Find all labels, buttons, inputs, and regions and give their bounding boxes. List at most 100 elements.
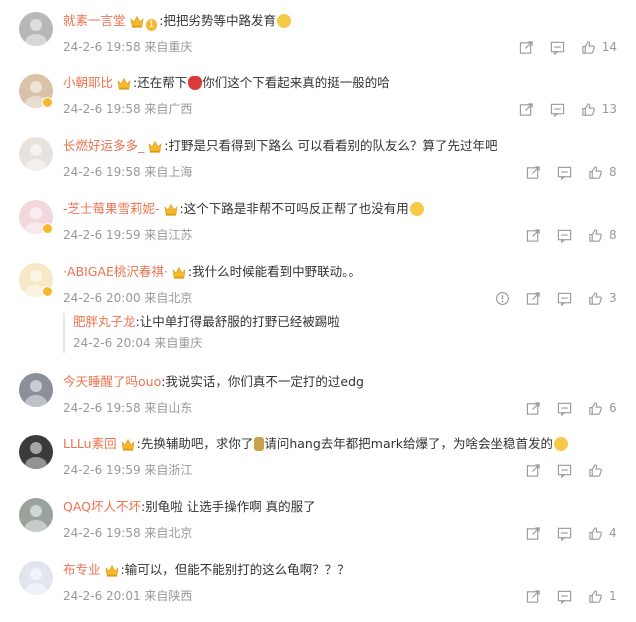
comment-actions: 14 [503,39,617,55]
like-button[interactable]: 6 [588,401,617,416]
avatar[interactable] [19,12,53,46]
comment-text: :我说实话，你们真不一定打的过edg [161,374,364,389]
comment-body: 小朝耶比:还在帮下 你们这个下看起来真的挺一般的哈 [63,74,390,92]
reply-button[interactable] [557,291,572,306]
comment-text: :把把劣势等中路发育 [159,13,276,28]
share-button[interactable] [526,228,541,243]
comment-body: 就素一言堂 1:把把劣势等中路发育 [63,12,291,31]
comment-actions: 8 [510,227,617,243]
comment-meta: 24-2-6 20:00 来自北京 [63,291,193,305]
username-link[interactable]: 长燃好运多多_ [63,138,144,153]
reply-button[interactable] [550,40,565,55]
thumbs-up-icon [581,102,596,117]
bottle-emoji-icon [254,437,265,451]
like-button[interactable]: 4 [588,526,617,541]
comment-actions: 13 [503,101,617,117]
comment-actions: 6 [510,400,617,416]
comment-body: LLLu素回:先换辅助吧，求你了 请问hang去年都把mark给爆了，为啥会坐稳首… [63,435,568,453]
share-button[interactable] [526,291,541,306]
sweat-emoji-icon [409,202,424,216]
username-link[interactable]: 今天睡醒了吗ouo [63,374,161,389]
reply-text: :让中单打得最舒服的打野已经被踢啦 [135,314,340,329]
like-count: 1 [609,589,617,603]
share-button[interactable] [526,165,541,180]
thumbs-up-icon [588,589,603,604]
like-button[interactable]: 14 [581,40,617,55]
share-button[interactable] [526,401,541,416]
comment-meta: 24-2-6 19:59 来自浙江 [63,463,193,477]
comment-text-continued: 你们这个下看起来真的挺一般的哈 [202,75,390,90]
comment-body: QAQ坏人不坏:别龟啦 让选手操作啊 真的服了 [63,498,316,516]
comment-text: :这个下路是非帮不可吗反正帮了也没有用 [179,201,409,216]
reply-body: 肥胖丸子龙:让中单打得最舒服的打野已经被踢啦 [73,313,340,331]
comment-text: :输可以，但能不能别打的这么龟啊？？？ [120,562,350,577]
like-button[interactable] [588,463,617,478]
like-count: 13 [601,102,617,116]
reply-button[interactable] [557,401,572,416]
thumbs-up-icon [588,463,603,478]
avatar[interactable] [19,561,53,595]
like-count: 14 [601,40,617,54]
crown-icon [172,266,186,279]
thumbs-up-icon [588,401,603,416]
reply-button[interactable] [557,165,572,180]
comment-text: :别龟啦 让选手操作啊 真的服了 [141,499,316,514]
share-button[interactable] [519,102,534,117]
comment-text: :打野是只看得到下路么 可以看看别的队友么？算了先过年吧 [164,138,498,153]
username-link[interactable]: 就素一言堂 [63,13,126,28]
crown-icon [164,203,178,216]
avatar[interactable] [19,137,53,171]
rose-emoji-icon [188,76,203,90]
username-link[interactable]: 小朝耶比 [63,75,113,90]
avatar[interactable] [19,435,53,469]
avatar[interactable] [19,373,53,407]
comment-body: 长燃好运多多_ :打野是只看得到下路么 可以看看别的队友么？算了先过年吧 [63,137,497,155]
username-link[interactable]: 布专业 [63,562,101,577]
reply-username-link[interactable]: 肥胖丸子龙 [73,314,136,329]
username-link[interactable]: LLLu素回 [63,436,117,451]
share-button[interactable] [526,589,541,604]
reply-meta: 24-2-6 20:04 来自重庆 [73,336,203,350]
username-link[interactable]: QAQ坏人不坏 [63,499,141,514]
comment-actions: 1 [510,588,617,604]
like-button[interactable]: 8 [588,228,617,243]
comment-meta: 24-2-6 19:58 来自重庆 [63,40,193,54]
comment-body: ·ABIGAE桃沢春祺· :我什么时候能看到中野联动。。 [63,263,361,281]
like-count: 4 [609,526,617,540]
crown-icon [130,15,144,28]
reply-button[interactable] [557,526,572,541]
crown-icon [105,564,119,577]
reply-button[interactable] [550,102,565,117]
reply-thread: 肥胖丸子龙:让中单打得最舒服的打野已经被踢啦 24-2-6 20:04 来自重庆 [63,313,340,353]
verified-badge-icon [42,223,53,234]
comment-body: 布专业 :输可以，但能不能别打的这么龟啊？？？ [63,561,350,579]
like-button[interactable]: 13 [581,102,617,117]
comment-actions: 3 [479,290,617,306]
avatar[interactable] [19,498,53,532]
thumbs-up-icon [581,40,596,55]
like-button[interactable]: 1 [588,589,617,604]
verified-badge-icon [42,286,53,297]
reply-button[interactable] [557,463,572,478]
username-link[interactable]: -芝士莓果雪莉妮- [63,201,160,216]
username-link[interactable]: ·ABIGAE桃沢春祺· [63,264,168,279]
comment-meta: 24-2-6 19:58 来自上海 [63,165,193,179]
like-button[interactable]: 8 [588,165,617,180]
comment-text: :我什么时候能看到中野联动。。 [187,264,361,279]
share-button[interactable] [526,526,541,541]
comment-meta: 24-2-6 19:58 来自北京 [63,526,193,540]
share-button[interactable] [519,40,534,55]
like-count: 8 [609,228,617,242]
crown-icon [121,438,135,451]
report-button[interactable] [495,291,510,306]
fan-level-badge: 1 [145,19,158,31]
comment-actions: 8 [510,164,617,180]
comment-text-continued: 请问hang去年都把mark给爆了，为啥会坐稳首发的 [264,436,553,451]
like-button[interactable]: 3 [588,291,617,306]
laugh-emoji-icon [276,14,291,28]
comment-meta: 24-2-6 20:01 来自陕西 [63,589,193,603]
share-button[interactable] [526,463,541,478]
reply-button[interactable] [557,228,572,243]
crown-icon [117,77,131,90]
reply-button[interactable] [557,589,572,604]
